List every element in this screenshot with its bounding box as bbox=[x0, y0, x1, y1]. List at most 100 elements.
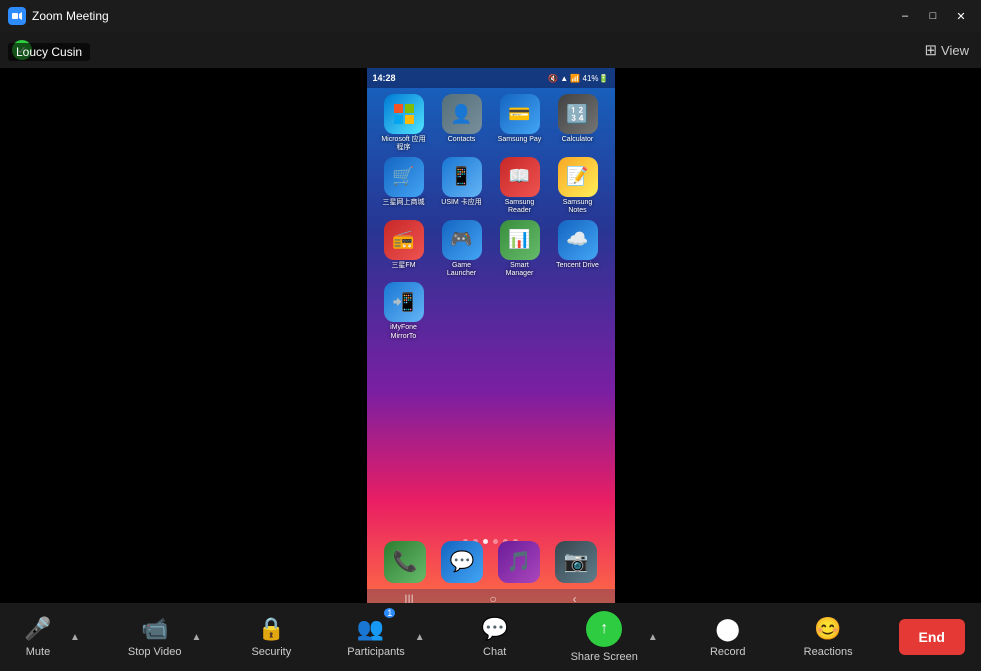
app-contacts[interactable]: 👤 Contacts bbox=[436, 94, 488, 153]
app-grid: Microsoft 应用程序 👤 Contacts 💳 Samsung Pay … bbox=[367, 90, 615, 349]
close-button[interactable]: ✕ bbox=[949, 6, 973, 26]
reactions-group: 😊 Reactions bbox=[796, 610, 861, 664]
security-label: Security bbox=[251, 646, 291, 658]
record-icon: ⬤ bbox=[715, 616, 740, 642]
app-fm-icon: 📻 bbox=[384, 220, 424, 260]
app-empty-1 bbox=[436, 282, 488, 341]
dock-phone-icon[interactable]: 📞 bbox=[384, 541, 426, 583]
chat-button[interactable]: 💬 Chat bbox=[465, 610, 525, 664]
app-samsung-pay[interactable]: 💳 Samsung Pay bbox=[494, 94, 546, 153]
stop-video-label: Stop Video bbox=[128, 646, 182, 658]
view-label: View bbox=[941, 43, 969, 58]
phone-screen: 14:28 🔇 ▲ 📶 41%🔋 Microsoft 应用程序 👤 Contac… bbox=[367, 68, 615, 609]
app-tencent-label: Tencent Drive bbox=[556, 262, 599, 270]
mute-icon: 🎤 bbox=[24, 616, 51, 642]
dock-camera-icon[interactable]: 📷 bbox=[555, 541, 597, 583]
zoom-logo-icon bbox=[8, 7, 26, 25]
app-imyfone-icon: 📲 bbox=[384, 282, 424, 322]
app-calculator-icon: 🔢 bbox=[558, 94, 598, 134]
app-contacts-label: Contacts bbox=[448, 136, 476, 144]
share-screen-label: Share Screen bbox=[571, 651, 638, 663]
app-samsung-notes-label: SamsungNotes bbox=[563, 199, 593, 216]
app-row-4: 📲 iMyFoneMirrorTo bbox=[375, 282, 607, 341]
dock-messages-icon[interactable]: 💬 bbox=[441, 541, 483, 583]
app-usim-label: USIM 卡应用 bbox=[441, 199, 481, 207]
app-samsung-pay-label: Samsung Pay bbox=[498, 136, 542, 144]
maximize-button[interactable]: □ bbox=[921, 6, 945, 26]
app-imyfone-label: iMyFoneMirrorTo bbox=[390, 324, 417, 341]
app-microsoft[interactable]: Microsoft 应用程序 bbox=[378, 94, 430, 153]
app-microsoft-icon bbox=[384, 94, 424, 134]
app-fm-label: 三星FM bbox=[391, 262, 415, 270]
app-imyfone[interactable]: 📲 iMyFoneMirrorTo bbox=[378, 282, 430, 341]
app-samsung-reader-icon: 📖 bbox=[500, 157, 540, 197]
app-smart-manager[interactable]: 📊 SmartManager bbox=[494, 220, 546, 279]
security-button[interactable]: 🔒 Security bbox=[241, 610, 301, 664]
main-content: 14:28 🔇 ▲ 📶 41%🔋 Microsoft 应用程序 👤 Contac… bbox=[0, 68, 981, 609]
record-button[interactable]: ⬤ Record bbox=[698, 610, 758, 664]
reactions-button[interactable]: 😊 Reactions bbox=[796, 610, 861, 664]
stop-video-arrow-button[interactable]: ▲ bbox=[189, 628, 203, 647]
app-samsung-reader[interactable]: 📖 SamsungReader bbox=[494, 157, 546, 216]
security-group: 🔒 Security bbox=[241, 610, 301, 664]
app-usim-icon: 📱 bbox=[442, 157, 482, 197]
participants-arrow-button[interactable]: ▲ bbox=[413, 628, 427, 647]
minimize-button[interactable]: – bbox=[893, 6, 917, 26]
title-bar-left: Zoom Meeting bbox=[8, 7, 109, 25]
share-screen-group: ↑ Share Screen ▲ bbox=[563, 605, 660, 669]
app-fm[interactable]: 📻 三星FM bbox=[378, 220, 430, 279]
app-empty-3 bbox=[552, 282, 604, 341]
chat-icon: 💬 bbox=[481, 616, 508, 642]
view-button[interactable]: ⊞ View bbox=[924, 41, 969, 59]
stop-video-button[interactable]: 📹 Stop Video bbox=[120, 610, 190, 664]
user-badge: Loucy Cusin bbox=[8, 43, 90, 61]
app-microsoft-label: Microsoft 应用程序 bbox=[381, 136, 425, 153]
app-samsung-notes-icon: 📝 bbox=[558, 157, 598, 197]
grid-view-icon: ⊞ bbox=[924, 41, 937, 59]
app-row-2: 🛒 三星网上商城 📱 USIM 卡应用 📖 SamsungReader 📝 Sa… bbox=[375, 157, 607, 216]
share-screen-button[interactable]: ↑ Share Screen bbox=[563, 605, 646, 669]
share-screen-arrow-button[interactable]: ▲ bbox=[646, 628, 660, 647]
record-group: ⬤ Record bbox=[698, 610, 758, 664]
mute-button[interactable]: 🎤 Mute bbox=[8, 610, 68, 664]
participants-group: 👥1 Participants ▲ bbox=[339, 610, 426, 664]
participants-icon: 👥1 bbox=[357, 616, 395, 642]
app-samsung-store-label: 三星网上商城 bbox=[383, 199, 425, 207]
bottom-toolbar: 🎤 Mute ▲ 📹 Stop Video ▲ 🔒 Security 👥1 Pa… bbox=[0, 603, 981, 671]
app-row-1: Microsoft 应用程序 👤 Contacts 💳 Samsung Pay … bbox=[375, 94, 607, 153]
reactions-label: Reactions bbox=[804, 646, 853, 658]
app-calculator-label: Calculator bbox=[562, 136, 594, 144]
dock-music-icon[interactable]: 🎵 bbox=[498, 541, 540, 583]
mute-arrow-button[interactable]: ▲ bbox=[68, 628, 82, 647]
end-button[interactable]: End bbox=[899, 619, 965, 655]
app-samsung-reader-label: SamsungReader bbox=[505, 199, 535, 216]
app-empty-2 bbox=[494, 282, 546, 341]
window-title: Zoom Meeting bbox=[32, 9, 109, 23]
phone-status-bar: 14:28 🔇 ▲ 📶 41%🔋 bbox=[367, 68, 615, 88]
app-contacts-icon: 👤 bbox=[442, 94, 482, 134]
phone-status-icons: 🔇 ▲ 📶 41%🔋 bbox=[548, 74, 608, 83]
mute-group: 🎤 Mute ▲ bbox=[8, 610, 82, 664]
reactions-icon: 😊 bbox=[814, 616, 841, 642]
app-smart-manager-label: SmartManager bbox=[506, 262, 534, 279]
app-usim[interactable]: 📱 USIM 卡应用 bbox=[436, 157, 488, 216]
top-bar: ✓ ⊞ View bbox=[0, 32, 981, 68]
app-samsung-notes[interactable]: 📝 SamsungNotes bbox=[552, 157, 604, 216]
app-game-launcher-label: GameLauncher bbox=[447, 262, 476, 279]
participants-button[interactable]: 👥1 Participants bbox=[339, 610, 412, 664]
share-screen-icon: ↑ bbox=[586, 611, 622, 647]
app-tencent-icon: ☁️ bbox=[558, 220, 598, 260]
phone-time: 14:28 bbox=[373, 73, 396, 83]
app-game-launcher[interactable]: 🎮 GameLauncher bbox=[436, 220, 488, 279]
record-label: Record bbox=[710, 646, 745, 658]
stop-video-group: 📹 Stop Video ▲ bbox=[120, 610, 204, 664]
participants-label: Participants bbox=[347, 646, 404, 658]
app-samsung-store[interactable]: 🛒 三星网上商城 bbox=[378, 157, 430, 216]
app-samsung-store-icon: 🛒 bbox=[384, 157, 424, 197]
app-calculator[interactable]: 🔢 Calculator bbox=[552, 94, 604, 153]
app-row-3: 📻 三星FM 🎮 GameLauncher 📊 SmartManager ☁️ … bbox=[375, 220, 607, 279]
chat-group: 💬 Chat bbox=[465, 610, 525, 664]
security-icon: 🔒 bbox=[258, 616, 285, 642]
app-game-launcher-icon: 🎮 bbox=[442, 220, 482, 260]
app-tencent[interactable]: ☁️ Tencent Drive bbox=[552, 220, 604, 279]
